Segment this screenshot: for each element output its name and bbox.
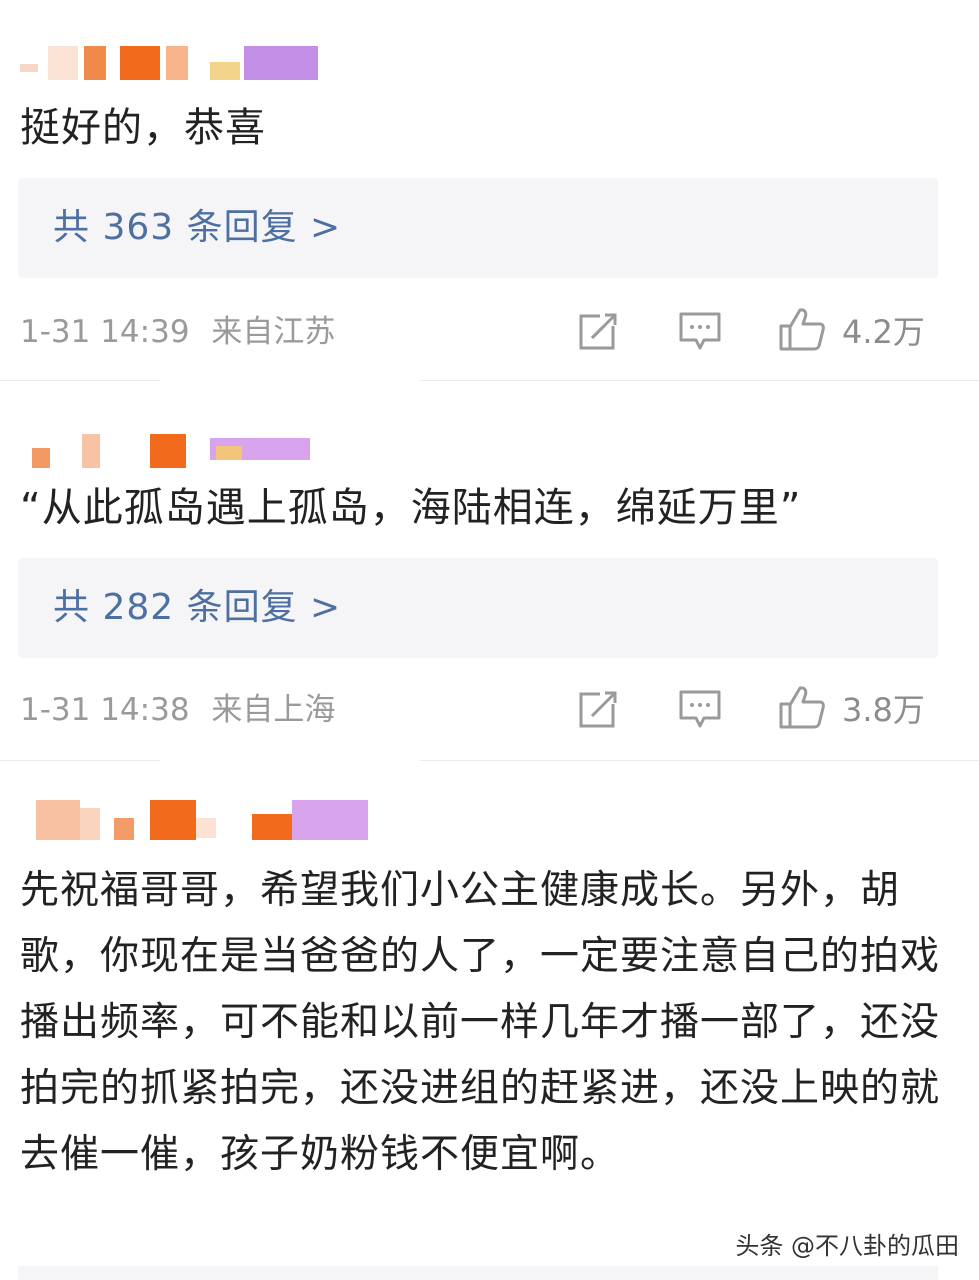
reply-box[interactable]: 共 282 条回复 >: [18, 558, 938, 658]
comment-text: 先祝福哥哥，希望我们小公主健康成长。另外，胡歌，你现在是当爸爸的人了，一定要注意…: [20, 868, 941, 1177]
reply-count-link[interactable]: 共 363 条回复 >: [53, 204, 341, 252]
comment-time: 1-31 14:38 来自上海: [20, 692, 336, 728]
comment-text: 挺好的，恭喜: [20, 105, 266, 151]
comment-text: “从此孤岛遇上孤岛，海陆相连，绵延万里”: [20, 485, 802, 531]
comment-2: “从此孤岛遇上孤岛，海陆相连，绵延万里” 共 282 条回复 > 1-31 14…: [0, 380, 979, 760]
reply-count-link[interactable]: 共 282 条回复 >: [53, 584, 341, 632]
watermark: 头条 @不八卦的瓜田: [735, 1232, 959, 1260]
reply-box[interactable]: 共 363 条回复 >: [18, 178, 938, 278]
share-icon[interactable]: [578, 688, 620, 734]
like-count: 4.2万: [842, 313, 925, 351]
comment-time: 1-31 14:39 来自江苏: [20, 314, 336, 350]
share-icon[interactable]: [578, 310, 620, 356]
username-blurred[interactable]: [20, 800, 370, 840]
comment-3: 先祝福哥哥，希望我们小公主健康成长。另外，胡歌，你现在是当爸爸的人了，一定要注意…: [0, 760, 979, 1279]
username-blurred[interactable]: [20, 434, 320, 468]
username-blurred[interactable]: [20, 46, 320, 80]
like-icon[interactable]: [778, 306, 826, 356]
divider: [18, 1266, 938, 1280]
comment-1: 挺好的，恭喜 共 363 条回复 > 1-31 14:39 来自江苏 4.2万: [0, 0, 979, 380]
comment-icon[interactable]: [678, 310, 722, 356]
comment-icon[interactable]: [678, 688, 722, 734]
like-count: 3.8万: [842, 691, 925, 729]
like-icon[interactable]: [778, 684, 826, 734]
